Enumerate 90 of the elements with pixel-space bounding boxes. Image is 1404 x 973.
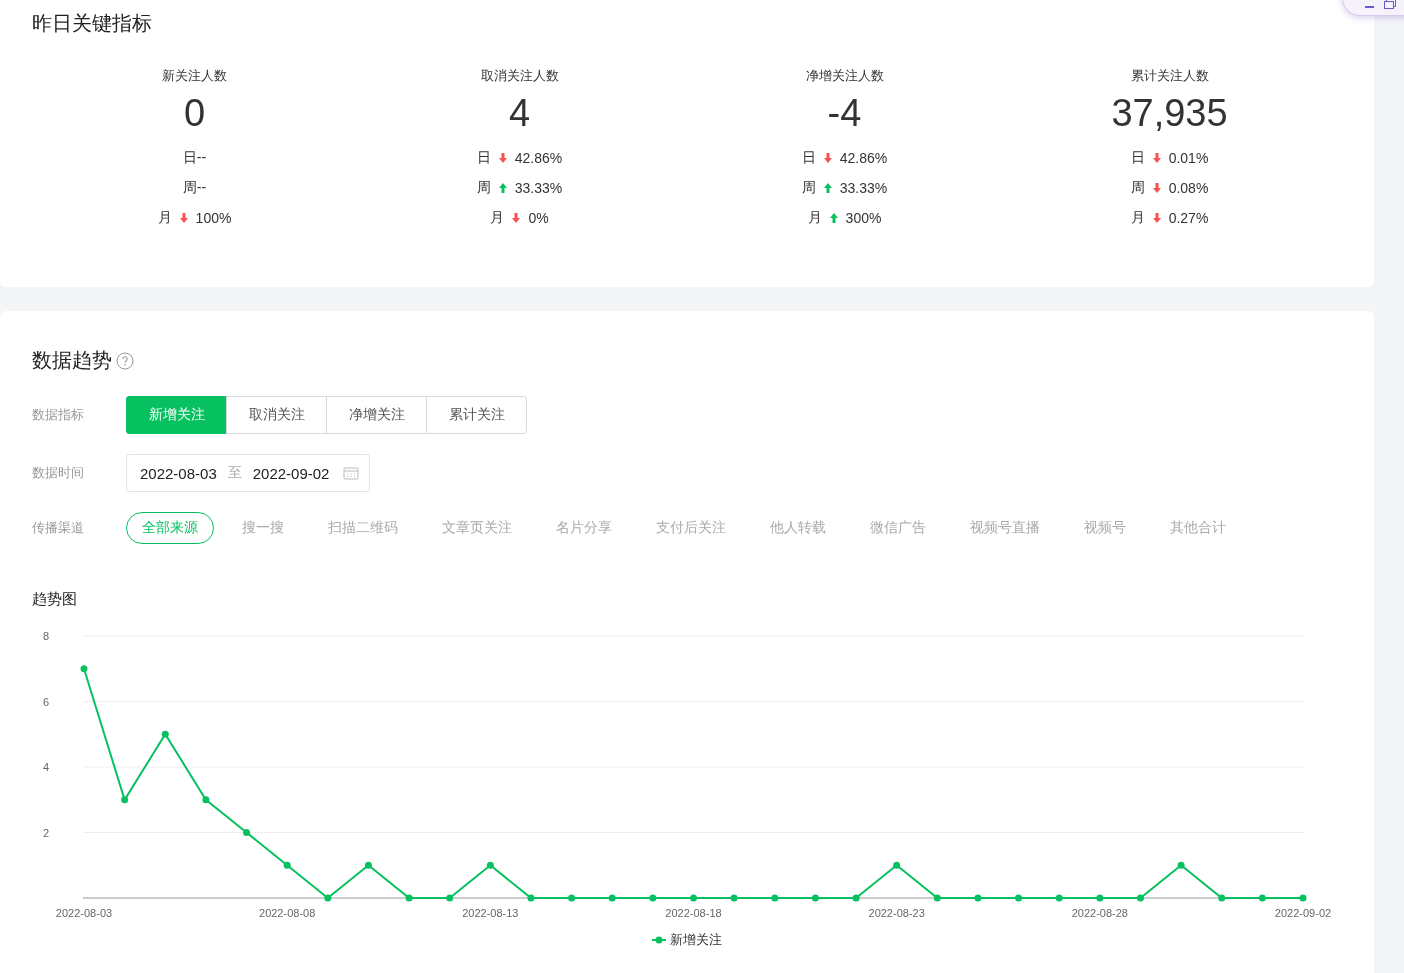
metric-tab[interactable]: 新增关注 <box>126 396 227 434</box>
legend-label: 新增关注 <box>670 931 722 949</box>
data-point <box>974 894 982 902</box>
chart-title: 趋势图 <box>32 590 78 609</box>
data-point <box>1055 894 1063 902</box>
data-point <box>527 894 535 902</box>
data-point <box>1218 894 1226 902</box>
data-point <box>1136 894 1144 902</box>
period-label: 日 <box>1130 149 1145 167</box>
channel-tab[interactable]: 全部来源 <box>126 512 214 544</box>
data-point <box>811 894 819 902</box>
data-point <box>1258 894 1266 902</box>
data-point <box>405 894 413 902</box>
change-value: 0.08% <box>1168 180 1209 196</box>
change-value: 0.27% <box>1168 210 1209 226</box>
section-title: 数据趋势 <box>32 348 112 373</box>
period-label: 日 <box>476 149 491 167</box>
x-tick-label: 2022-08-28 <box>1071 907 1128 919</box>
data-point <box>364 861 372 869</box>
data-point <box>1015 894 1023 902</box>
change-value: 300% <box>845 210 882 226</box>
calendar-icon <box>343 466 359 480</box>
period-label: 周 <box>1130 179 1145 197</box>
change-value: 0% <box>528 210 549 226</box>
metric-value: 37,935 <box>1111 91 1228 135</box>
metric-tab[interactable]: 净增关注 <box>326 396 427 434</box>
data-point <box>202 796 210 804</box>
x-tick-label: 2022-08-03 <box>55 907 113 919</box>
legend-marker-icon <box>652 936 666 944</box>
data-point <box>1096 894 1104 902</box>
change-value: 33.33% <box>514 180 563 196</box>
data-point <box>649 894 657 902</box>
minimize-icon[interactable] <box>1365 6 1374 9</box>
data-point <box>1299 894 1307 902</box>
data-point <box>893 861 901 869</box>
data-point <box>243 829 251 836</box>
y-tick-label: 2 <box>42 826 49 839</box>
change-value: 100% <box>195 210 232 226</box>
data-point <box>324 894 332 902</box>
period-label: 周 <box>801 179 816 197</box>
x-tick-label: 2022-08-13 <box>462 907 519 919</box>
field-label: 数据时间 <box>32 464 85 482</box>
metric-label: 净增关注人数 <box>805 67 884 85</box>
field-label: 数据指标 <box>32 406 85 424</box>
change-value: 42.86% <box>514 150 563 166</box>
change-value: 42.86% <box>839 150 888 166</box>
data-point <box>933 894 941 902</box>
period-label: 月 <box>157 209 172 227</box>
change-text: 日-- <box>182 149 207 167</box>
metric-label: 取消关注人数 <box>480 67 559 85</box>
metric-tab[interactable]: 累计关注 <box>426 396 527 434</box>
x-tick-label: 2022-08-23 <box>868 907 925 919</box>
data-point <box>161 730 169 738</box>
period-label: 周 <box>476 179 491 197</box>
date-range-field[interactable]: 2022-08-03 至 2022-09-02 <box>126 454 370 492</box>
period-label: 月 <box>1130 209 1145 227</box>
metric-tab[interactable]: 取消关注 <box>226 396 327 434</box>
data-point <box>486 861 494 869</box>
data-point <box>608 894 616 902</box>
data-point <box>568 894 576 902</box>
field-label: 传播渠道 <box>32 519 85 537</box>
data-point <box>1177 861 1185 869</box>
section-title: 昨日关键指标 <box>32 11 153 36</box>
restore-icon[interactable] <box>1384 0 1396 9</box>
y-tick-label: 6 <box>42 695 49 708</box>
y-tick-label: 4 <box>42 761 49 773</box>
period-label: 月 <box>807 209 822 227</box>
help-icon[interactable] <box>116 351 134 370</box>
change-value: 0.01% <box>1168 150 1209 166</box>
change-value: 33.33% <box>839 180 888 196</box>
data-point <box>771 894 779 902</box>
data-point <box>446 894 454 902</box>
x-tick-label: 2022-08-18 <box>665 907 722 919</box>
metric-label: 累计关注人数 <box>1130 67 1209 85</box>
data-point <box>730 894 738 902</box>
data-point <box>121 796 129 804</box>
x-tick-label: 2022-09-02 <box>1274 907 1332 919</box>
metric-value: 0 <box>183 91 206 135</box>
y-tick-label: 8 <box>42 630 49 642</box>
data-point <box>690 894 697 902</box>
data-point <box>80 665 88 673</box>
metric-value: -4 <box>827 91 862 135</box>
period-label: 日 <box>801 149 816 167</box>
metric-label: 新关注人数 <box>162 67 227 85</box>
data-point <box>852 894 860 902</box>
metric-value: 4 <box>508 91 531 135</box>
change-text: 周-- <box>182 179 207 197</box>
period-label: 月 <box>490 209 505 227</box>
x-tick-label: 2022-08-08 <box>259 907 316 919</box>
data-point <box>283 861 291 869</box>
